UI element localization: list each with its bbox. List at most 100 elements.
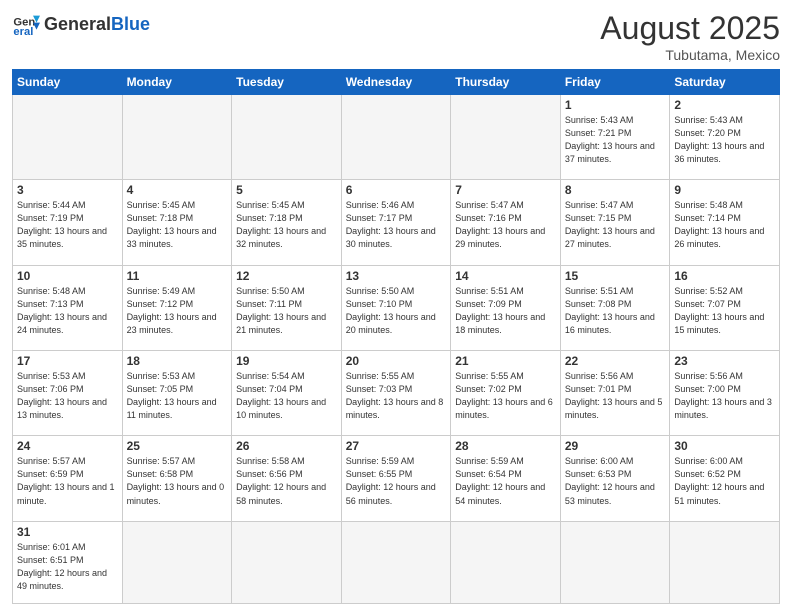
table-row <box>341 521 451 603</box>
table-row: 16Sunrise: 5:52 AM Sunset: 7:07 PM Dayli… <box>670 265 780 350</box>
table-row: 6Sunrise: 5:46 AM Sunset: 7:17 PM Daylig… <box>341 180 451 265</box>
table-row <box>451 95 561 180</box>
day-info: Sunrise: 6:00 AM Sunset: 6:52 PM Dayligh… <box>674 455 775 507</box>
day-number: 21 <box>455 354 556 368</box>
svg-text:eral: eral <box>13 26 33 38</box>
header-friday: Friday <box>560 70 670 95</box>
table-row <box>232 521 342 603</box>
day-number: 14 <box>455 269 556 283</box>
table-row: 11Sunrise: 5:49 AM Sunset: 7:12 PM Dayli… <box>122 265 232 350</box>
table-row: 25Sunrise: 5:57 AM Sunset: 6:58 PM Dayli… <box>122 436 232 521</box>
table-row: 31 Sunrise: 6:01 AM Sunset: 6:51 PM Dayli… <box>13 521 123 603</box>
table-row: 30 Sunrise: 6:00 AM Sunset: 6:52 PM Dayli… <box>670 436 780 521</box>
table-row: 13Sunrise: 5:50 AM Sunset: 7:10 PM Dayli… <box>341 265 451 350</box>
table-row: 12Sunrise: 5:50 AM Sunset: 7:11 PM Dayli… <box>232 265 342 350</box>
day-number: 31 <box>17 525 118 539</box>
day-info: Sunrise: 5:57 AM Sunset: 6:59 PM Dayligh… <box>17 455 118 507</box>
header-sunday: Sunday <box>13 70 123 95</box>
day-number: 4 <box>127 183 228 197</box>
month-title: August 2025 <box>600 10 780 47</box>
day-number: 10 <box>17 269 118 283</box>
logo-blue: Blue <box>111 14 150 34</box>
table-row: 1 Sunrise: 5:43 AM Sunset: 7:21 PM Daylig… <box>560 95 670 180</box>
day-info: Sunrise: 5:53 AM Sunset: 7:05 PM Dayligh… <box>127 370 228 422</box>
day-number: 29 <box>565 439 666 453</box>
table-row: 7 Sunrise: 5:47 AM Sunset: 7:16 PM Daylig… <box>451 180 561 265</box>
table-row: 19 Sunrise: 5:54 AM Sunset: 7:04 PM Dayli… <box>232 351 342 436</box>
day-info: Sunrise: 5:45 AM Sunset: 7:18 PM Dayligh… <box>127 199 228 251</box>
header-thursday: Thursday <box>451 70 561 95</box>
location: Tubutama, Mexico <box>600 47 780 63</box>
day-number: 28 <box>455 439 556 453</box>
day-info: Sunrise: 5:55 AM Sunset: 7:02 PM Dayligh… <box>455 370 556 422</box>
table-row <box>341 95 451 180</box>
day-number: 19 <box>236 354 337 368</box>
day-info: Sunrise: 5:59 AM Sunset: 6:55 PM Dayligh… <box>346 455 447 507</box>
table-row <box>122 95 232 180</box>
day-info: Sunrise: 6:00 AM Sunset: 6:53 PM Dayligh… <box>565 455 666 507</box>
day-info: Sunrise: 6:01 AM Sunset: 6:51 PM Dayligh… <box>17 541 118 593</box>
day-info: Sunrise: 5:51 AM Sunset: 7:09 PM Dayligh… <box>455 285 556 337</box>
table-row: 26 Sunrise: 5:58 AM Sunset: 6:56 PM Dayli… <box>232 436 342 521</box>
table-row <box>232 95 342 180</box>
calendar-table: Sunday Monday Tuesday Wednesday Thursday… <box>12 69 780 604</box>
day-number: 26 <box>236 439 337 453</box>
table-row: 29 Sunrise: 6:00 AM Sunset: 6:53 PM Dayli… <box>560 436 670 521</box>
day-info: Sunrise: 5:56 AM Sunset: 7:00 PM Dayligh… <box>674 370 775 422</box>
header: Gen eral GeneralBlue August 2025 Tubutam… <box>12 10 780 63</box>
day-number: 8 <box>565 183 666 197</box>
table-row: 5Sunrise: 5:45 AM Sunset: 7:18 PM Daylig… <box>232 180 342 265</box>
table-row: 14 Sunrise: 5:51 AM Sunset: 7:09 PM Dayli… <box>451 265 561 350</box>
day-number: 1 <box>565 98 666 112</box>
day-info: Sunrise: 5:55 AM Sunset: 7:03 PM Dayligh… <box>346 370 447 422</box>
day-info: Sunrise: 5:45 AM Sunset: 7:18 PM Dayligh… <box>236 199 337 251</box>
table-row <box>451 521 561 603</box>
logo-general: General <box>44 14 111 34</box>
day-number: 23 <box>674 354 775 368</box>
day-number: 30 <box>674 439 775 453</box>
day-info: Sunrise: 5:57 AM Sunset: 6:58 PM Dayligh… <box>127 455 228 507</box>
table-row <box>560 521 670 603</box>
header-wednesday: Wednesday <box>341 70 451 95</box>
day-number: 9 <box>674 183 775 197</box>
day-number: 11 <box>127 269 228 283</box>
table-row: 15Sunrise: 5:51 AM Sunset: 7:08 PM Dayli… <box>560 265 670 350</box>
logo-icon: Gen eral <box>12 10 40 38</box>
day-info: Sunrise: 5:43 AM Sunset: 7:21 PM Dayligh… <box>565 114 666 166</box>
table-row: 9 Sunrise: 5:48 AM Sunset: 7:14 PM Daylig… <box>670 180 780 265</box>
day-info: Sunrise: 5:51 AM Sunset: 7:08 PM Dayligh… <box>565 285 666 337</box>
table-row: 22Sunrise: 5:56 AM Sunset: 7:01 PM Dayli… <box>560 351 670 436</box>
day-info: Sunrise: 5:48 AM Sunset: 7:14 PM Dayligh… <box>674 199 775 251</box>
day-number: 2 <box>674 98 775 112</box>
day-info: Sunrise: 5:47 AM Sunset: 7:15 PM Dayligh… <box>565 199 666 251</box>
table-row: 28Sunrise: 5:59 AM Sunset: 6:54 PM Dayli… <box>451 436 561 521</box>
table-row: 8 Sunrise: 5:47 AM Sunset: 7:15 PM Daylig… <box>560 180 670 265</box>
table-row: 24 Sunrise: 5:57 AM Sunset: 6:59 PM Dayli… <box>13 436 123 521</box>
day-number: 7 <box>455 183 556 197</box>
table-row: 10 Sunrise: 5:48 AM Sunset: 7:13 PM Dayli… <box>13 265 123 350</box>
day-number: 6 <box>346 183 447 197</box>
weekday-header-row: Sunday Monday Tuesday Wednesday Thursday… <box>13 70 780 95</box>
title-block: August 2025 Tubutama, Mexico <box>600 10 780 63</box>
day-info: Sunrise: 5:48 AM Sunset: 7:13 PM Dayligh… <box>17 285 118 337</box>
day-info: Sunrise: 5:53 AM Sunset: 7:06 PM Dayligh… <box>17 370 118 422</box>
table-row: 27 Sunrise: 5:59 AM Sunset: 6:55 PM Dayli… <box>341 436 451 521</box>
table-row: 21 Sunrise: 5:55 AM Sunset: 7:02 PM Dayli… <box>451 351 561 436</box>
header-tuesday: Tuesday <box>232 70 342 95</box>
day-info: Sunrise: 5:58 AM Sunset: 6:56 PM Dayligh… <box>236 455 337 507</box>
table-row <box>13 95 123 180</box>
table-row: 18 Sunrise: 5:53 AM Sunset: 7:05 PM Dayli… <box>122 351 232 436</box>
day-number: 20 <box>346 354 447 368</box>
day-info: Sunrise: 5:52 AM Sunset: 7:07 PM Dayligh… <box>674 285 775 337</box>
day-number: 24 <box>17 439 118 453</box>
table-row: 20 Sunrise: 5:55 AM Sunset: 7:03 PM Dayli… <box>341 351 451 436</box>
day-number: 18 <box>127 354 228 368</box>
day-number: 27 <box>346 439 447 453</box>
logo: Gen eral GeneralBlue <box>12 10 150 38</box>
table-row: 4 Sunrise: 5:45 AM Sunset: 7:18 PM Daylig… <box>122 180 232 265</box>
day-info: Sunrise: 5:47 AM Sunset: 7:16 PM Dayligh… <box>455 199 556 251</box>
day-info: Sunrise: 5:43 AM Sunset: 7:20 PM Dayligh… <box>674 114 775 166</box>
day-number: 13 <box>346 269 447 283</box>
table-row <box>670 521 780 603</box>
day-info: Sunrise: 5:54 AM Sunset: 7:04 PM Dayligh… <box>236 370 337 422</box>
